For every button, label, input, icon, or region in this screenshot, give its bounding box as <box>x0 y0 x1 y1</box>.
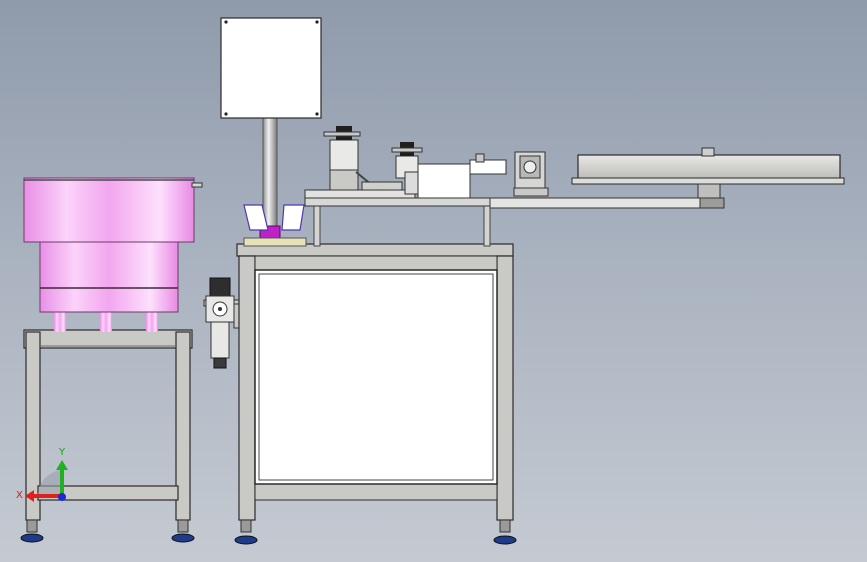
z-axis-dot <box>58 493 66 501</box>
control-panel-mast[interactable] <box>220 17 322 247</box>
coordinate-triad: Y X <box>16 447 68 502</box>
vibratory-bowl-feeder[interactable] <box>23 177 203 332</box>
triad-x-label: X <box>16 490 23 501</box>
cad-viewport[interactable]: Y X <box>0 0 867 562</box>
air-filter-regulator[interactable] <box>203 277 243 369</box>
bowl-feeder-stand <box>20 329 195 543</box>
top-mechanism[interactable] <box>304 126 725 247</box>
triad-y-label: Y <box>58 447 66 458</box>
cabinet-door-panel[interactable] <box>254 269 498 485</box>
